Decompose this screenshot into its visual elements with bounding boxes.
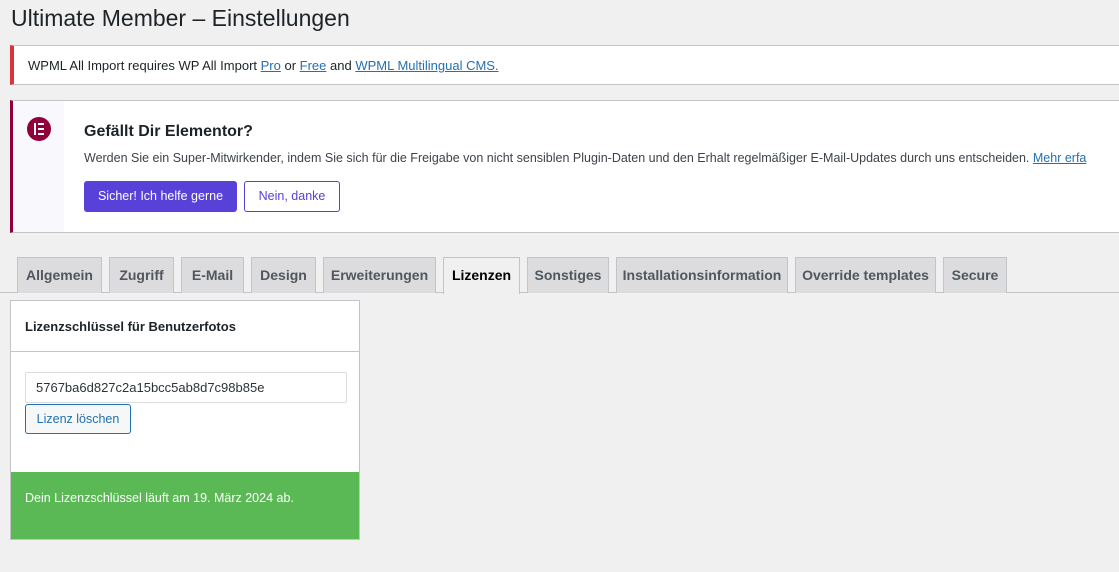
elementor-notice-sidebar bbox=[13, 101, 64, 232]
pro-link[interactable]: Pro bbox=[261, 58, 281, 73]
elementor-logo-icon bbox=[27, 117, 51, 141]
elementor-optin-notice: Gefällt Dir Elementor? Werden Sie ein Su… bbox=[10, 100, 1119, 233]
decline-tracking-button[interactable]: Nein, danke bbox=[244, 181, 340, 212]
tab-secure[interactable]: Secure bbox=[943, 257, 1007, 293]
license-key-input[interactable] bbox=[25, 372, 347, 403]
tab-design[interactable]: Design bbox=[251, 257, 316, 293]
wpml-multilingual-cms-link[interactable]: WPML Multilingual CMS. bbox=[355, 58, 498, 73]
notice-text: WPML All Import requires WP All Import bbox=[28, 58, 261, 73]
license-panel-heading: Lizenzschlüssel für Benutzerfotos bbox=[11, 301, 359, 352]
page-title: Ultimate Member – Einstellungen bbox=[11, 5, 350, 31]
license-panel: Lizenzschlüssel für Benutzerfotos Lizenz… bbox=[10, 300, 360, 540]
notice-text: or bbox=[280, 58, 300, 73]
license-status-message: Dein Lizenzschlüssel läuft am 19. März 2… bbox=[11, 472, 359, 539]
tab-erweiterungen[interactable]: Erweiterungen bbox=[323, 257, 436, 293]
wpml-import-notice: WPML All Import requires WP All Import P… bbox=[10, 45, 1119, 85]
tab-allgemein[interactable]: Allgemein bbox=[17, 257, 102, 293]
elementor-notice-body: Werden Sie ein Super-Mitwirkender, indem… bbox=[84, 151, 1033, 165]
settings-tabs: Allgemein Zugriff E-Mail Design Erweiter… bbox=[0, 257, 1119, 294]
tab-override-templates[interactable]: Override templates bbox=[795, 257, 936, 293]
tab-zugriff[interactable]: Zugriff bbox=[109, 257, 174, 293]
elementor-notice-text: Werden Sie ein Super-Mitwirkender, indem… bbox=[84, 151, 1086, 165]
free-link[interactable]: Free bbox=[300, 58, 327, 73]
tab-email[interactable]: E-Mail bbox=[181, 257, 244, 293]
tab-sonstiges[interactable]: Sonstiges bbox=[527, 257, 609, 293]
more-info-link[interactable]: Mehr erfa bbox=[1033, 151, 1087, 165]
clear-license-button[interactable]: Lizenz löschen bbox=[25, 404, 131, 434]
notice-text: and bbox=[326, 58, 356, 73]
elementor-notice-title: Gefällt Dir Elementor? bbox=[84, 123, 253, 140]
accept-tracking-button[interactable]: Sicher! Ich helfe gerne bbox=[84, 181, 237, 212]
tab-lizenzen[interactable]: Lizenzen bbox=[443, 257, 520, 294]
tab-installationsinformation[interactable]: Installationsinformation bbox=[616, 257, 788, 293]
